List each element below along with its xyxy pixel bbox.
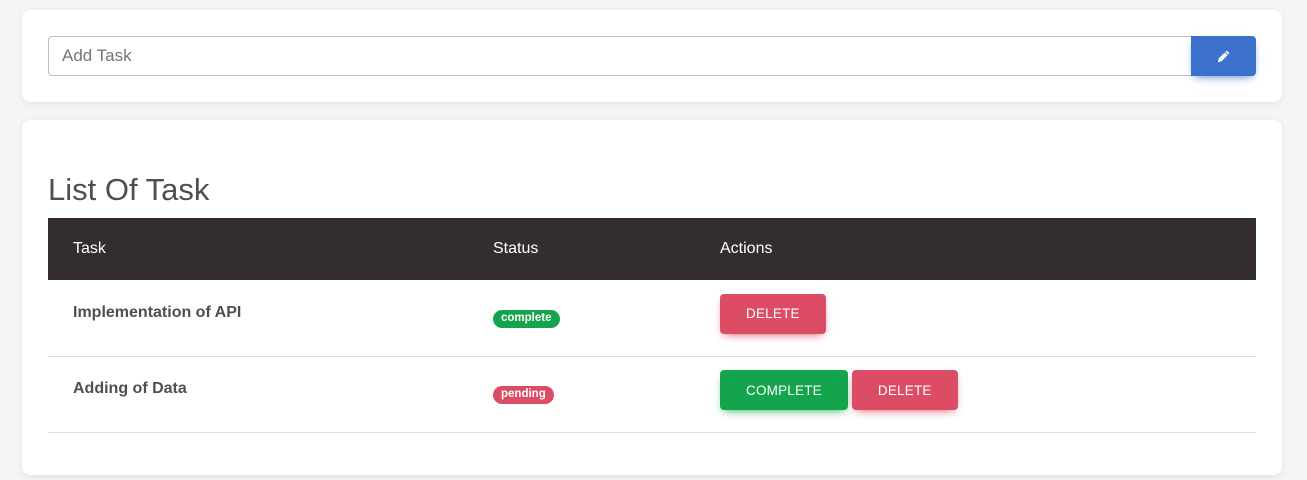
task-name: Adding of Data <box>73 380 187 397</box>
add-task-input-group <box>48 36 1256 76</box>
header-actions: Actions <box>720 240 773 257</box>
actions-cell: DELETE <box>720 280 1256 356</box>
add-task-card <box>22 10 1282 102</box>
status-cell: pending <box>493 356 720 432</box>
header-task: Task <box>73 240 106 257</box>
actions-cell: COMPLETE DELETE <box>720 356 1256 432</box>
table-row: Implementation of API complete DELETE <box>48 280 1256 356</box>
complete-button[interactable]: COMPLETE <box>720 370 848 410</box>
status-cell: complete <box>493 280 720 356</box>
add-task-input[interactable] <box>48 36 1191 76</box>
task-cell: Adding of Data <box>48 356 493 432</box>
list-title: List Of Task <box>48 172 210 207</box>
task-name: Implementation of API <box>73 303 242 321</box>
status-badge: pending <box>493 385 554 405</box>
table-row: Adding of Data pending COMPLETE DELETE <box>48 356 1256 432</box>
table-header-row: Task Status Actions <box>48 218 1256 280</box>
delete-button[interactable]: DELETE <box>851 370 958 410</box>
task-list-card: List Of Task Task Status Actions Impleme… <box>22 120 1282 475</box>
task-cell: Implementation of API <box>48 280 493 356</box>
task-table: Task Status Actions Implementation of AP… <box>48 218 1256 433</box>
delete-button[interactable]: DELETE <box>720 293 826 334</box>
header-status: Status <box>493 240 539 257</box>
pencil-icon <box>1217 50 1230 62</box>
add-task-button[interactable] <box>1191 36 1256 76</box>
status-badge: complete <box>493 309 560 328</box>
